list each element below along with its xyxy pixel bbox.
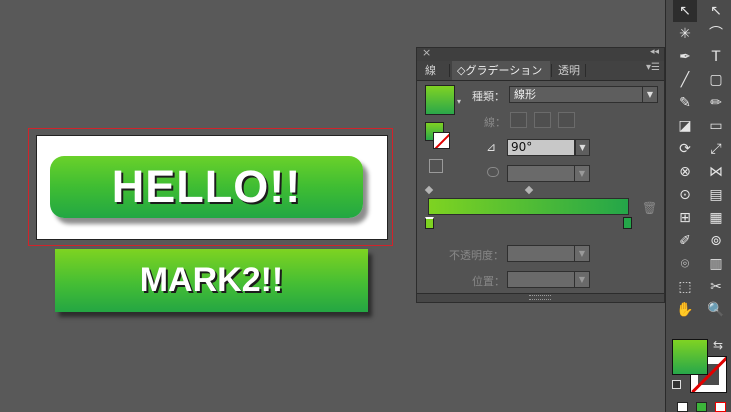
color-mode-button[interactable] [677,402,688,412]
gradient-swatch[interactable] [425,85,455,115]
hello-button-artwork[interactable]: HELLO!! [50,156,363,218]
default-colors-icon[interactable] [672,380,681,389]
gradient-stop-end[interactable] [623,217,632,229]
type-select[interactable]: 線形 ▼ [509,86,658,103]
hello-button-text: HELLO!! [111,161,302,212]
position-select[interactable]: ▼ [507,271,590,288]
opacity-midpoint-marker[interactable] [424,185,434,195]
collapse-icon[interactable]: ◂◂ [650,47,659,57]
tab-divider [585,64,586,77]
tool-button[interactable]: ✋ [673,299,697,321]
angle-icon: ⊿ [486,140,497,154]
tool-button[interactable]: ✏ [704,92,728,114]
stroke-along-button[interactable] [534,112,551,128]
tool-button[interactable]: ✂ [704,276,728,298]
tab-divider [551,64,552,77]
swap-colors-icon[interactable]: ⇆ [713,338,723,352]
tool-button[interactable]: ⊗ [673,161,697,183]
tool-button[interactable]: ╱ [673,69,697,91]
tool-button[interactable]: ⟳ [673,138,697,160]
tool-button[interactable]: ⊚ [704,230,728,252]
tab-transparency[interactable]: 透明 [553,61,585,80]
tool-button[interactable]: ◪ [673,115,697,137]
tab-gradient[interactable]: ◇グラデーション [452,61,550,80]
panel-resize-grip[interactable] [417,293,664,302]
chevron-down-icon: ▼ [574,166,589,181]
stroke-within-button[interactable] [510,112,527,128]
angle-input[interactable]: 90° [507,139,575,156]
tool-button[interactable]: ▦ [704,207,728,229]
close-icon[interactable]: × [422,46,431,59]
gradient-stop-start[interactable] [425,217,434,229]
aspect-ratio-select[interactable]: ▼ [507,165,590,182]
gradient-midpoint-marker[interactable] [524,185,534,195]
tool-button[interactable]: ⊞ [673,207,697,229]
gradient-mode-button[interactable] [696,402,707,412]
stroke-across-button[interactable] [558,112,575,128]
mark2-button-artwork[interactable]: MARK2!! [55,249,368,312]
tool-button[interactable]: ▢ [704,69,728,91]
chevron-down-icon: ▼ [642,87,657,102]
opacity-select[interactable]: ▼ [507,245,590,262]
tool-button[interactable]: ⊙ [673,184,697,206]
tool-button[interactable]: ✳ [673,23,697,45]
mark2-button-text: MARK2!! [139,261,284,299]
tool-button[interactable]: ▤ [704,184,728,206]
stroke-none-swatch[interactable] [433,132,450,149]
tool-button[interactable]: ⌾ [673,253,697,275]
tool-button[interactable]: 🔍 [704,299,728,321]
chevron-down-icon[interactable]: ▾ [457,97,461,106]
panel-menu-icon[interactable]: ▾☰ [646,62,660,73]
tool-button[interactable]: ✎ [673,92,697,114]
angle-dropdown-button[interactable]: ▼ [575,139,590,156]
tool-button[interactable]: ✐ [673,230,697,252]
tool-button[interactable]: ⋈ [704,161,728,183]
tool-button[interactable]: ↖ [704,0,728,22]
tool-button[interactable]: ⌒ [704,23,728,45]
position-label: 位置： [472,275,505,288]
tool-button[interactable]: ⤢ [704,138,728,160]
tool-button[interactable]: ✒ [673,46,697,68]
stroke-label: 線： [484,116,506,129]
reverse-gradient-icon[interactable] [429,159,443,173]
type-select-value: 線形 [514,88,536,101]
aspect-ratio-icon [487,167,499,177]
opacity-label: 不透明度： [449,249,504,262]
chevron-down-icon: ▼ [574,272,589,287]
tab-stroke[interactable]: 線 [420,61,441,80]
none-mode-button[interactable] [715,402,726,412]
tool-button[interactable]: ▥ [704,253,728,275]
gradient-slider[interactable] [428,198,629,215]
trash-icon[interactable]: 🗑 [642,201,657,215]
fill-color-box[interactable] [672,339,708,375]
panel-title-bar[interactable]: × ◂◂ [417,46,664,62]
tool-button[interactable]: ▭ [704,115,728,137]
panel-tabs: 線 ◇グラデーション 透明 ▾☰ [417,61,664,81]
tab-divider [449,64,450,77]
tool-button[interactable]: ↖ [673,0,697,22]
tool-button[interactable]: T [704,46,728,68]
tool-button[interactable]: ⬚ [673,276,697,298]
gradient-panel: × ◂◂ 線 ◇グラデーション 透明 ▾☰ ▾ 種類： 線形 ▼ 線： ⊿ 90… [416,46,665,303]
type-label: 種類： [472,90,505,103]
chevron-down-icon: ▼ [574,246,589,261]
